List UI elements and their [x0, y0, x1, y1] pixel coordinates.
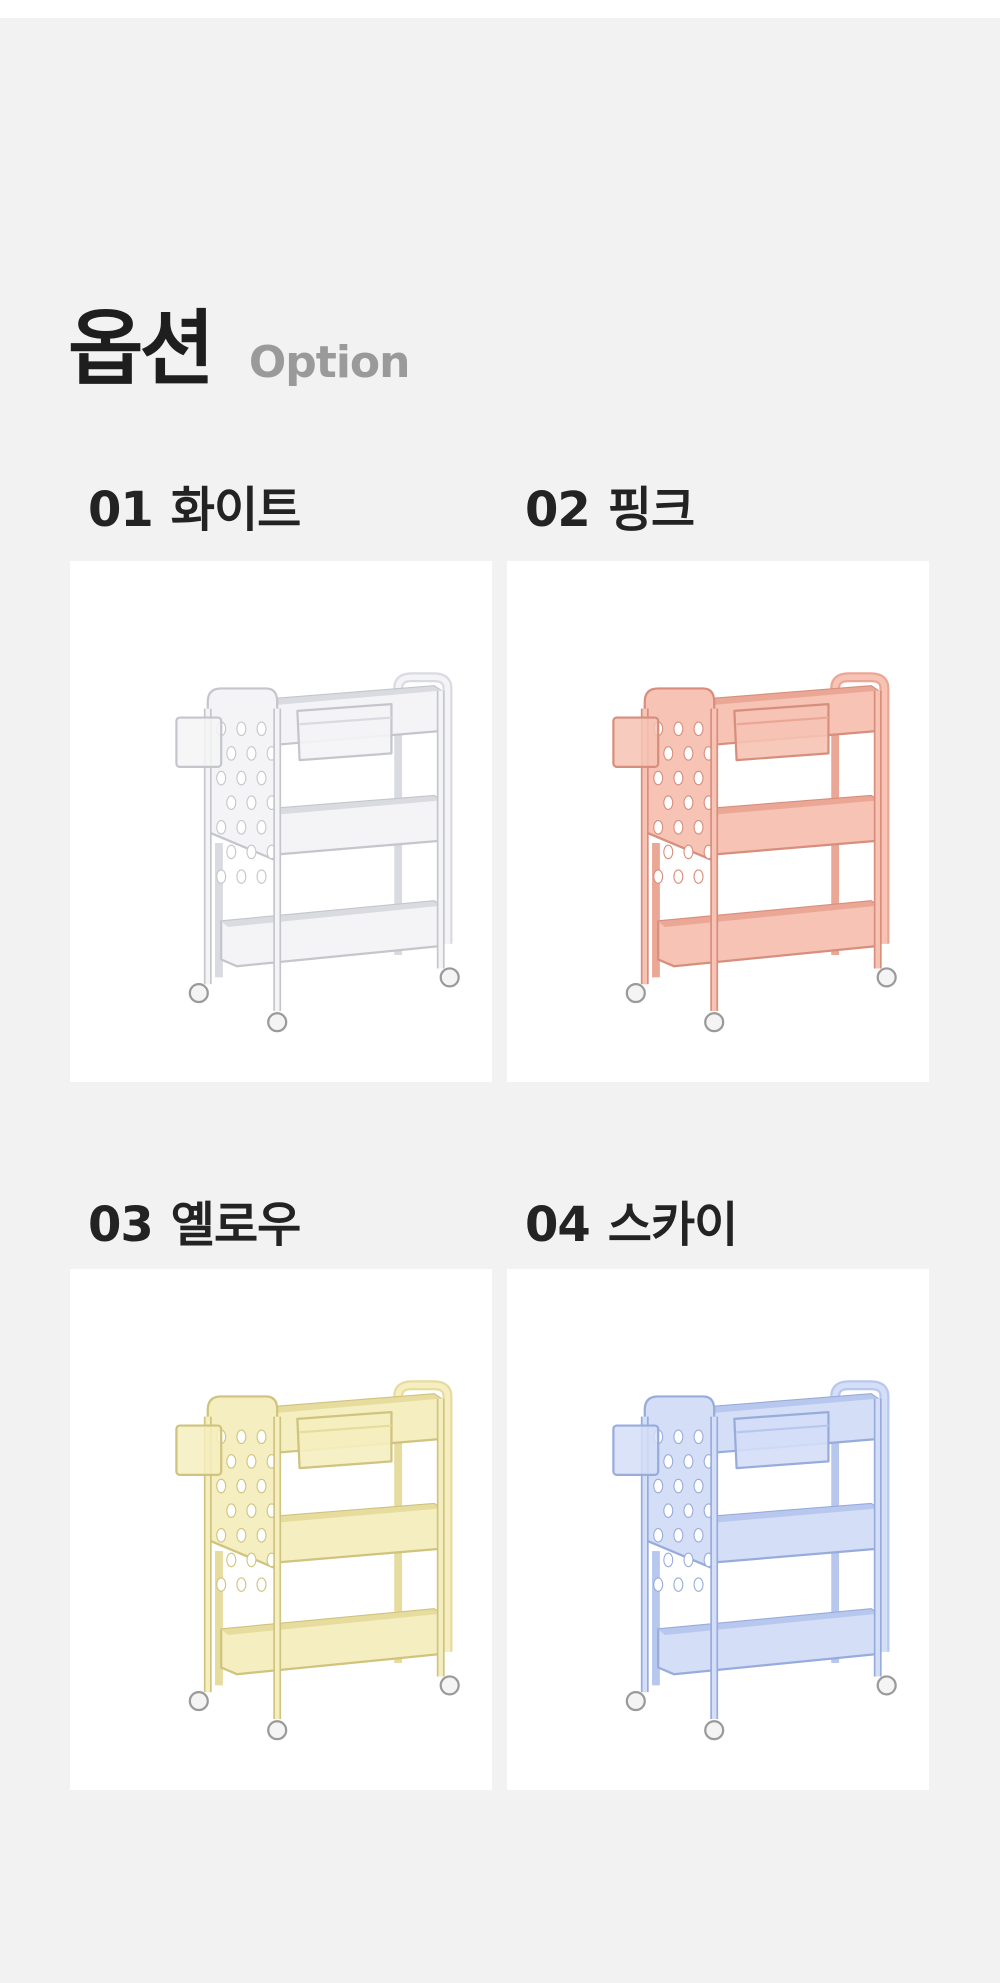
- section-heading: 옵션 Option: [68, 282, 411, 401]
- option-photo: [507, 1269, 929, 1790]
- option-number: 01: [88, 482, 154, 538]
- cart-icon: [175, 1380, 460, 1741]
- option-name: 화이트: [170, 482, 301, 538]
- option-label: 03 옐로우: [88, 1185, 301, 1255]
- option-label: 04 스카이: [525, 1185, 738, 1255]
- option-name: 옐로우: [170, 1197, 301, 1253]
- cart-icon: [175, 672, 460, 1033]
- option-photo: [70, 561, 492, 1082]
- cart-icon: [612, 672, 897, 1033]
- option-photo: [507, 561, 929, 1082]
- option-number: 03: [88, 1197, 154, 1253]
- heading-title-ko: 옵션: [68, 302, 215, 397]
- option-name: 핑크: [607, 482, 695, 538]
- option-number: 04: [525, 1197, 591, 1253]
- option-photo: [70, 1269, 492, 1790]
- cart-icon: [612, 1380, 897, 1741]
- option-number: 02: [525, 482, 591, 538]
- option-name: 스카이: [607, 1197, 738, 1253]
- top-strip: [0, 0, 1000, 18]
- heading-title-en: Option: [248, 337, 411, 388]
- option-label: 01 화이트: [88, 470, 301, 540]
- option-label: 02 핑크: [525, 470, 695, 540]
